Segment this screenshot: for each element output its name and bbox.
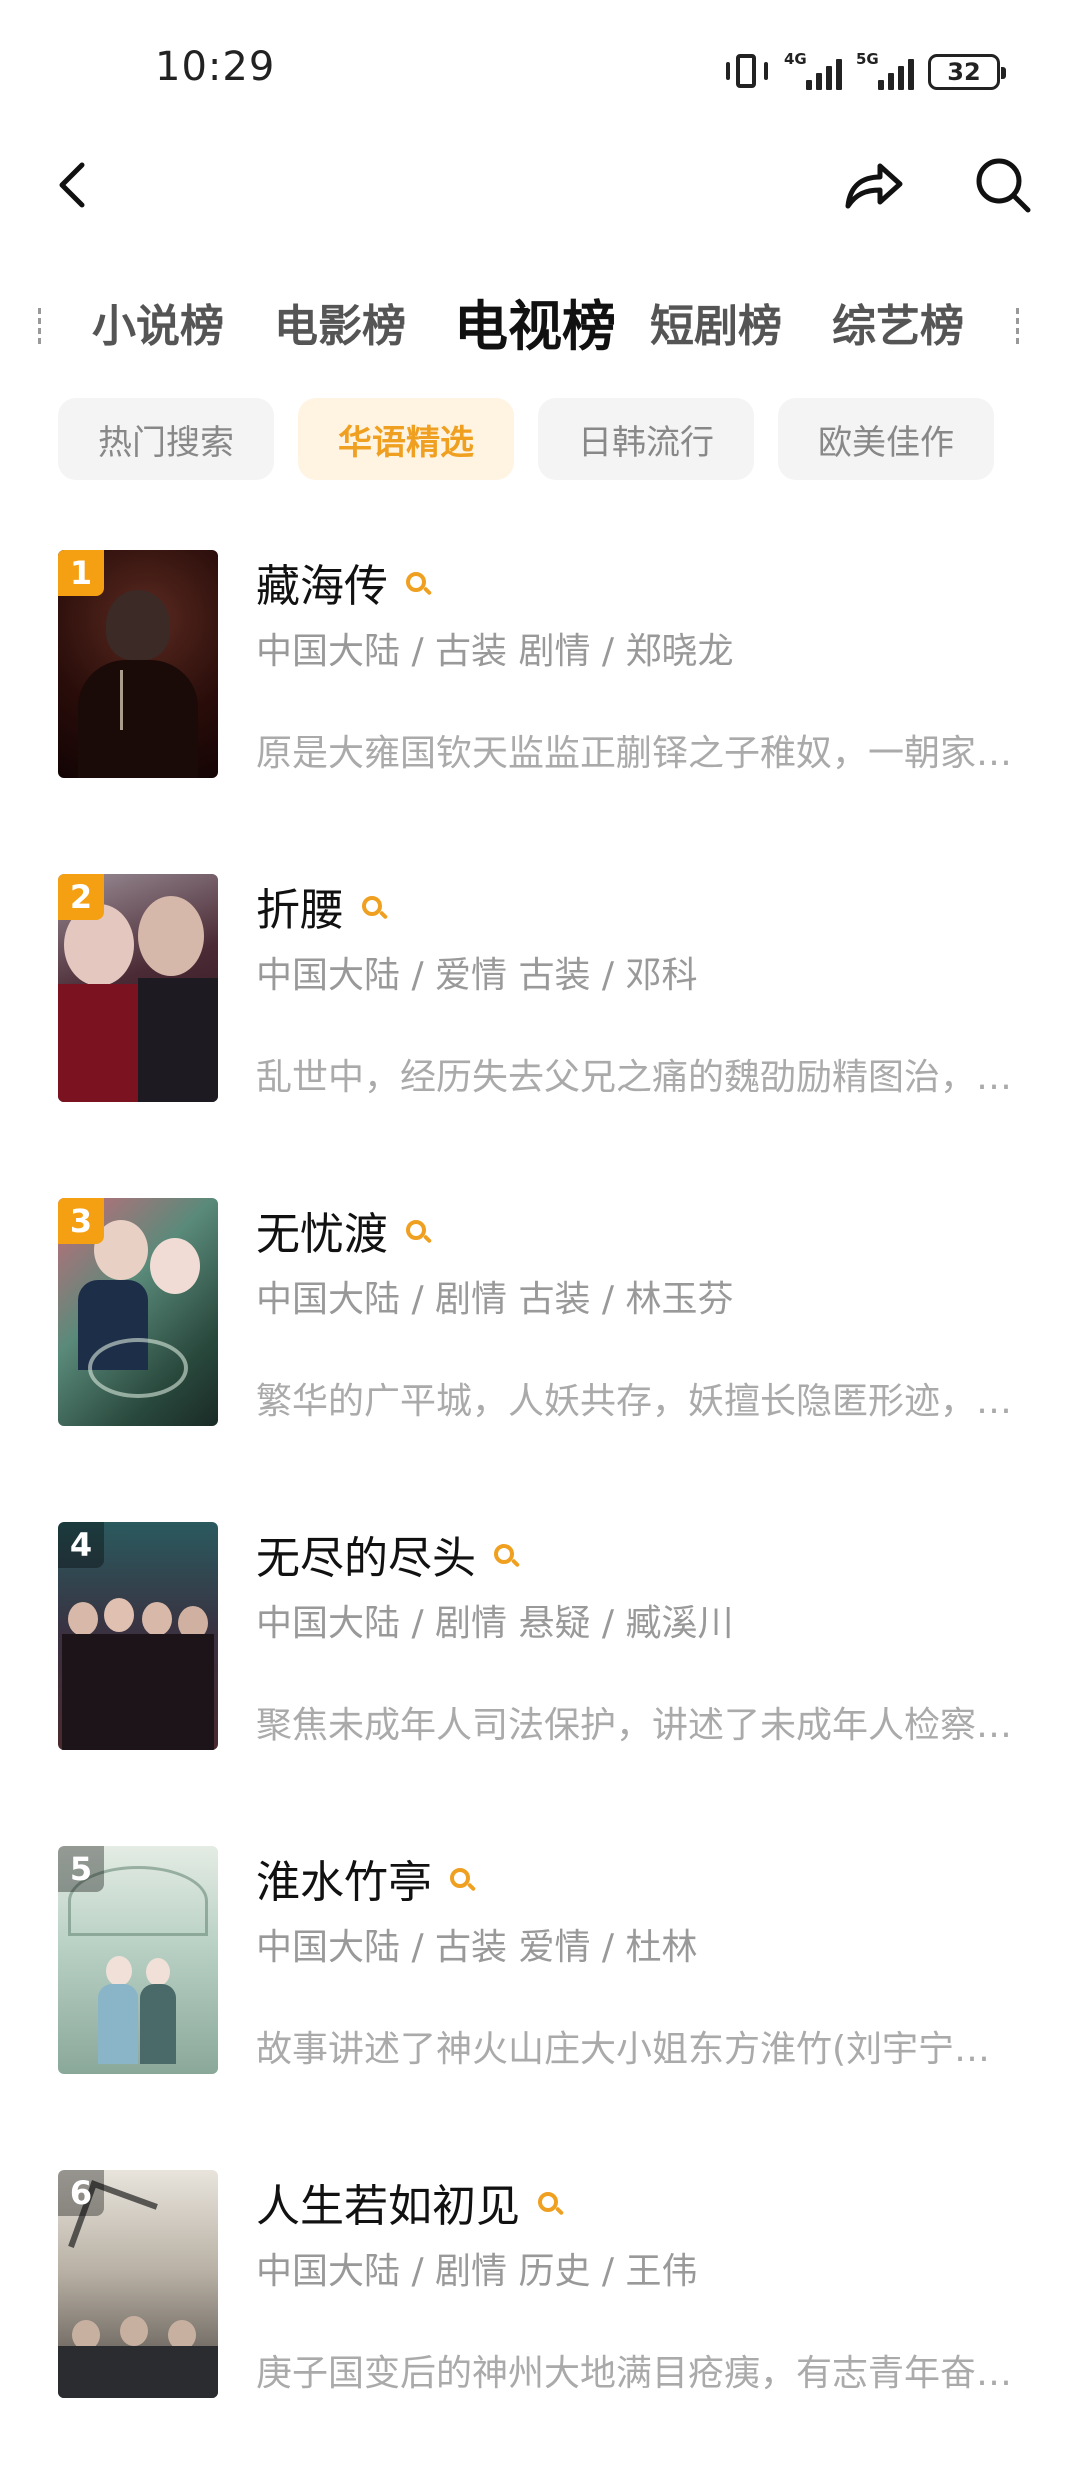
- item-meta: 中国大陆 / 剧情 古装 / 林玉芬: [256, 1279, 734, 1320]
- item-title[interactable]: 人生若如初见: [256, 2170, 520, 2234]
- search-icon: [976, 158, 1031, 213]
- item-description: 聚焦未成年人司法保护，讲述了未成年人检察官的故事: [256, 1705, 1018, 1746]
- list-item[interactable]: 4 无尽的尽头 中国大陆 / 剧情 悬疑 / 臧溪川 聚焦未成年人司法保护，讲述…: [0, 1512, 1080, 1836]
- tab-overflow-left: [38, 308, 42, 344]
- item-title[interactable]: 折腰: [256, 874, 344, 938]
- list-item[interactable]: 6 人生若如初见 中国大陆 / 剧情 历史 / 王伟 庚子国变后的神州大地满目疮…: [0, 2160, 1080, 2484]
- search-icon[interactable]: [448, 1866, 478, 1896]
- back-button[interactable]: [40, 150, 110, 220]
- item-description: 庚子国变后的神州大地满目疮痍，有志青年奋起救国: [256, 2353, 1018, 2394]
- search-button[interactable]: [968, 150, 1038, 220]
- poster-image: 5: [58, 1846, 218, 2074]
- share-icon: [845, 163, 903, 209]
- item-meta: 中国大陆 / 爱情 古装 / 邓科: [256, 955, 698, 996]
- sub-tabs: 热门搜索 华语精选 日韩流行 欧美佳作: [58, 398, 994, 480]
- share-button[interactable]: [838, 150, 908, 220]
- category-tabs: 小说榜 电影榜 电视榜 短剧榜 综艺榜: [0, 280, 1080, 370]
- status-icons: 4G 5G 32: [724, 50, 1006, 94]
- battery-icon: 32: [928, 54, 1006, 90]
- rank-badge: 1: [58, 550, 104, 596]
- item-title[interactable]: 淮水竹亭: [256, 1846, 432, 1910]
- item-description: 繁华的广平城，人妖共存，妖擅长隐匿形迹，伪装成人的模样生活: [256, 1381, 1018, 1422]
- signal-5g-icon: 5G: [856, 50, 914, 92]
- rank-badge: 2: [58, 874, 104, 920]
- item-description: 乱世中，经历失去父兄之痛的魏劭励精图治，为报家仇与乔家联姻: [256, 1057, 1018, 1098]
- top-nav: [0, 130, 1080, 240]
- rank-badge: 6: [58, 2170, 104, 2216]
- rank-badge: 3: [58, 1198, 104, 1244]
- status-bar: 10:29 4G 5G 32: [0, 0, 1080, 130]
- list-item[interactable]: 2 折腰 中国大陆 / 爱情 古装 / 邓科 乱世中，经历失去父兄之痛的魏劭励精…: [0, 864, 1080, 1188]
- tab-variety[interactable]: 综艺榜: [832, 290, 964, 354]
- search-icon[interactable]: [536, 2190, 566, 2220]
- tab-overflow-right: [1016, 308, 1020, 344]
- ranking-list: 1 藏海传 中国大陆 / 古装 剧情 / 郑晓龙 原是大雍国钦天监监正蒯铎之子稚…: [0, 540, 1080, 2484]
- poster-image: 2: [58, 874, 218, 1102]
- subtab-jp-kr[interactable]: 日韩流行: [538, 398, 754, 480]
- item-title[interactable]: 无尽的尽头: [256, 1522, 476, 1586]
- search-icon[interactable]: [492, 1542, 522, 1572]
- poster-image: 1: [58, 550, 218, 778]
- rank-badge: 5: [58, 1846, 104, 1892]
- tab-short-drama[interactable]: 短剧榜: [650, 290, 782, 354]
- item-meta: 中国大陆 / 古装 剧情 / 郑晓龙: [256, 631, 734, 672]
- tab-movie[interactable]: 电影榜: [274, 290, 406, 354]
- tab-tv[interactable]: 电视榜: [454, 282, 616, 361]
- item-title[interactable]: 藏海传: [256, 550, 388, 614]
- search-icon[interactable]: [360, 894, 390, 924]
- item-description: 原是大雍国钦天监监正蒯铎之子稚奴，一朝家族被灭门，隐姓埋名十年后以藏海之名入京复…: [256, 733, 1018, 774]
- list-item[interactable]: 3 无忧渡 中国大陆 / 剧情 古装 / 林玉芬 繁华的广平城，人妖共存，妖擅长…: [0, 1188, 1080, 1512]
- search-icon[interactable]: [404, 1218, 434, 1248]
- vibrate-icon: [724, 52, 770, 92]
- tab-novel[interactable]: 小说榜: [92, 290, 224, 354]
- item-meta: 中国大陆 / 剧情 历史 / 王伟: [256, 2251, 698, 2292]
- signal-4g-icon: 4G: [784, 50, 842, 92]
- list-item[interactable]: 5 淮水竹亭 中国大陆 / 古装 爱情 / 杜林 故事讲述了神火山庄大小姐东方淮…: [0, 1836, 1080, 2160]
- search-icon[interactable]: [404, 570, 434, 600]
- poster-image: 6: [58, 2170, 218, 2398]
- poster-image: 4: [58, 1522, 218, 1750]
- status-time: 10:29: [155, 44, 276, 90]
- item-meta: 中国大陆 / 剧情 悬疑 / 臧溪川: [256, 1603, 734, 1644]
- poster-image: 3: [58, 1198, 218, 1426]
- subtab-chinese-picks[interactable]: 华语精选: [298, 398, 514, 480]
- chevron-left-icon: [59, 162, 85, 208]
- item-title[interactable]: 无忧渡: [256, 1198, 388, 1262]
- item-description: 故事讲述了神火山庄大小姐东方淮竹(刘宇宁饰)的故事: [256, 2029, 1018, 2070]
- item-meta: 中国大陆 / 古装 爱情 / 杜林: [256, 1927, 698, 1968]
- list-item[interactable]: 1 藏海传 中国大陆 / 古装 剧情 / 郑晓龙 原是大雍国钦天监监正蒯铎之子稚…: [0, 540, 1080, 864]
- subtab-western[interactable]: 欧美佳作: [778, 398, 994, 480]
- rank-badge: 4: [58, 1522, 104, 1568]
- subtab-hot-search[interactable]: 热门搜索: [58, 398, 274, 480]
